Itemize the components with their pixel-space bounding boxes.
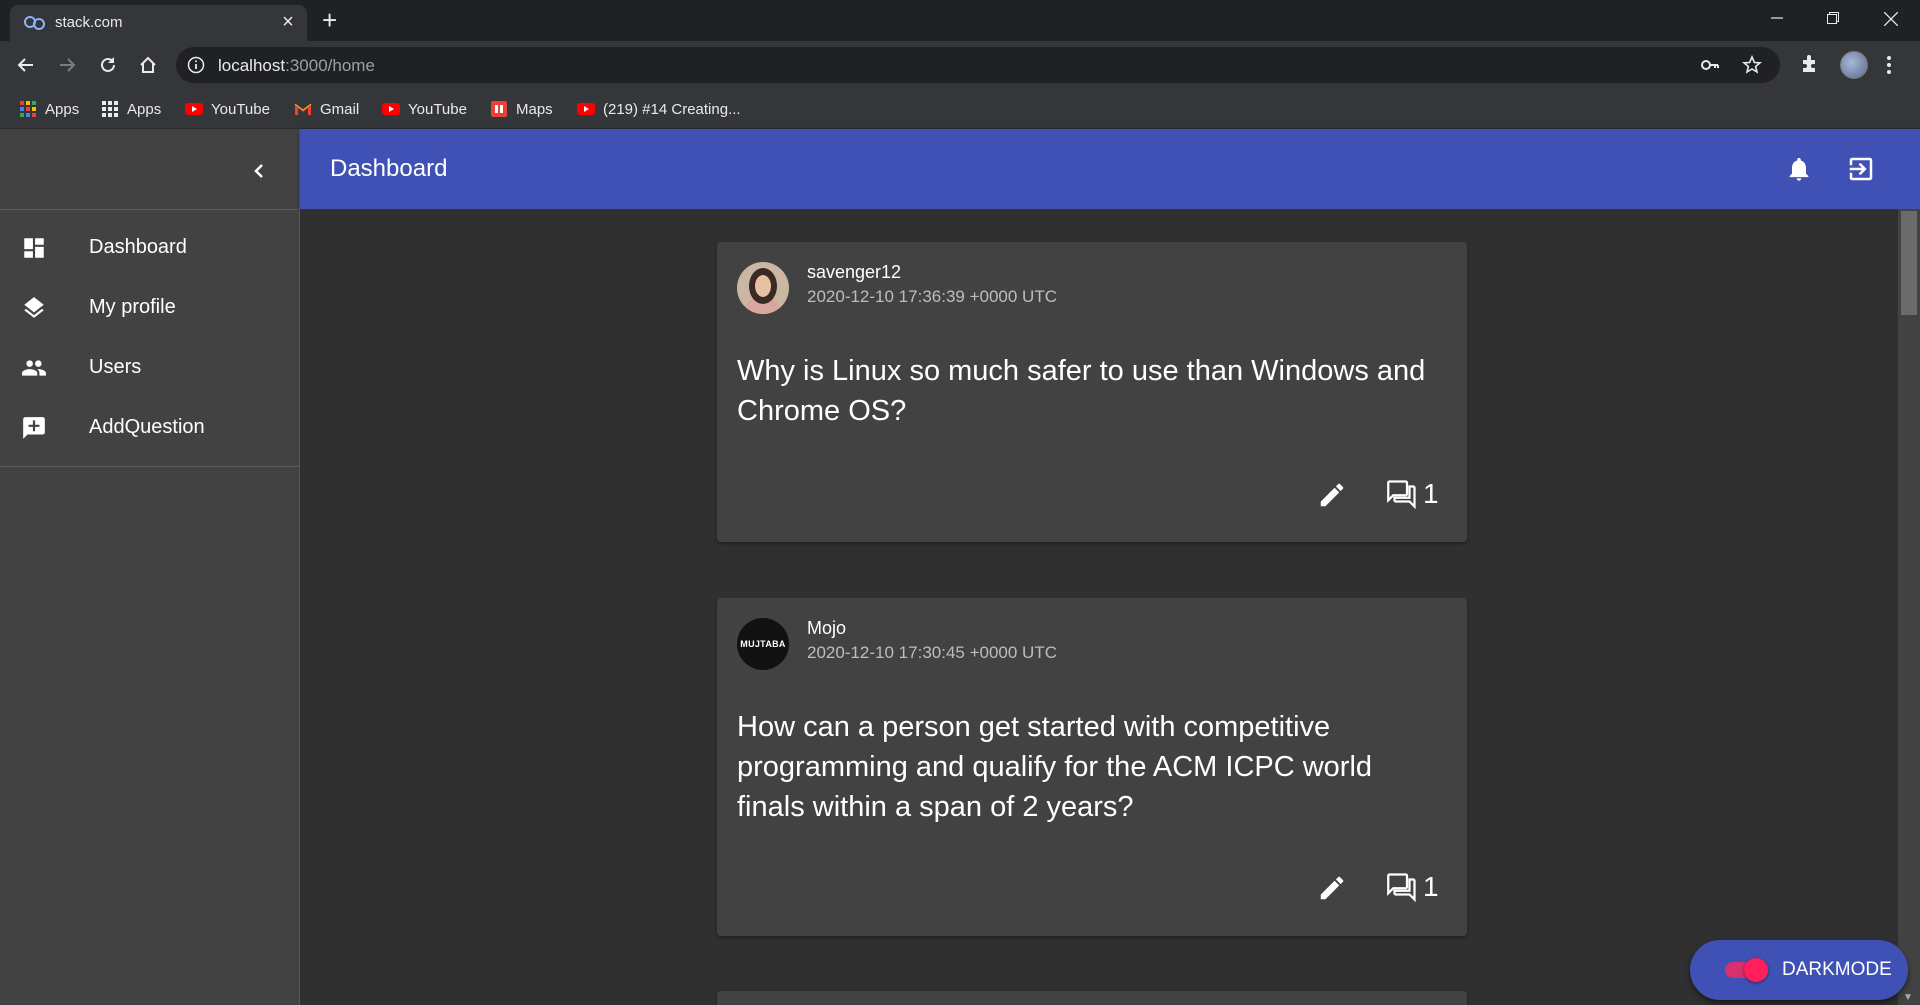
bookmark-item[interactable]: Maps	[490, 97, 553, 121]
post-author[interactable]: Mojo	[807, 618, 846, 639]
browser-tab[interactable]: stack.com ×	[10, 5, 307, 41]
profile-avatar[interactable]	[1840, 51, 1868, 79]
dashboard-icon	[24, 238, 44, 258]
scroll-down-arrow-icon[interactable]: ▼	[1903, 992, 1913, 1003]
browser-tabstrip: stack.com × +	[0, 0, 1920, 41]
bookmark-label: YouTube	[211, 100, 270, 118]
question-text[interactable]: Why is Linux so much safer to use than W…	[737, 351, 1437, 431]
avatar-text: MUJTABA	[740, 639, 786, 649]
toggle-knob[interactable]	[1744, 958, 1768, 982]
add-comment-icon	[23, 417, 45, 439]
bookmark-label: Apps	[127, 100, 162, 118]
post-timestamp: 2020-12-10 17:36:39 +0000 UTC	[807, 287, 1057, 306]
notifications-bell-icon[interactable]	[1785, 155, 1813, 183]
forum-icon	[1387, 873, 1416, 902]
bookmark-item[interactable]: YouTube	[382, 97, 467, 121]
bookmark-item[interactable]: YouTube	[185, 97, 270, 121]
bookmark-item[interactable]: Gmail	[294, 97, 359, 121]
more-menu-icon[interactable]	[1886, 54, 1892, 76]
bookmark-label: Maps	[516, 100, 553, 118]
youtube-icon	[382, 103, 400, 115]
page-title: Dashboard	[330, 155, 448, 182]
collapse-sidebar-button[interactable]	[244, 156, 274, 186]
sidebar-nav: Dashboard My profile Users AddQuestion	[0, 210, 299, 467]
avatar[interactable]: MUJTABA	[737, 618, 789, 670]
scrollbar-thumb[interactable]	[1901, 211, 1917, 315]
bookmark-item[interactable]: Apps	[19, 97, 79, 121]
bookmark-label: Gmail	[320, 100, 360, 118]
site-favicon-icon	[24, 16, 45, 30]
youtube-icon	[185, 103, 203, 115]
edit-pencil-icon[interactable]	[1317, 480, 1347, 510]
tab-close-icon[interactable]: ×	[277, 11, 299, 33]
question-card[interactable]: MUJTABA Mojo 2020-12-10 17:30:45 +0000 U…	[717, 598, 1467, 936]
sidebar-item-my-profile[interactable]: My profile	[0, 278, 299, 338]
sidebar-item-label: AddQuestion	[89, 416, 205, 438]
sidebar-item-addquestion[interactable]: AddQuestion	[0, 398, 299, 458]
sidebar: Dashboard My profile Users AddQuestion	[0, 129, 300, 1005]
back-icon[interactable]	[12, 51, 40, 79]
chevron-left-icon	[254, 164, 263, 178]
restore-icon[interactable]	[1813, 6, 1853, 32]
tab-title: stack.com	[55, 14, 123, 31]
people-icon	[22, 360, 46, 376]
scrollbar[interactable]: ▼	[1898, 209, 1920, 1005]
logout-icon[interactable]	[1846, 154, 1876, 184]
darkmode-label: DARKMODE	[1782, 959, 1892, 980]
edit-pencil-icon[interactable]	[1317, 873, 1347, 903]
post-timestamp: 2020-12-10 17:30:45 +0000 UTC	[807, 643, 1057, 662]
bookmark-label: Apps	[45, 100, 80, 118]
home-icon[interactable]	[134, 51, 162, 79]
bookmark-item[interactable]: Apps	[101, 97, 161, 121]
comment-count: 1	[1423, 871, 1439, 902]
browser-toolbar: localhost:3000/home	[0, 41, 1920, 89]
dashboard-feed: savenger12 2020-12-10 17:36:39 +0000 UTC…	[300, 209, 1898, 1005]
app-header: Dashboard	[300, 129, 1920, 209]
bookmarks-bar: Apps Apps YouTube Gmail YouTube Maps (21…	[0, 89, 1920, 129]
youtube-icon	[577, 103, 595, 115]
key-icon[interactable]	[1700, 55, 1720, 75]
site-info-icon[interactable]	[187, 56, 205, 74]
reload-icon[interactable]	[94, 51, 122, 79]
apps-grid-icon	[102, 101, 118, 117]
layers-icon	[24, 297, 44, 318]
darkmode-toggle-button[interactable]: DARKMODE	[1690, 940, 1908, 1000]
user-photo-icon	[737, 262, 789, 314]
sidebar-item-label: Users	[89, 356, 142, 378]
question-card[interactable]: savenger12 2020-12-10 17:36:39 +0000 UTC…	[717, 242, 1467, 542]
comments-button[interactable]: 1	[1387, 871, 1439, 903]
extensions-icon[interactable]	[1799, 52, 1821, 74]
post-author[interactable]: savenger12	[807, 262, 901, 283]
question-card[interactable]	[717, 991, 1467, 1005]
apps-grid-color-icon	[20, 101, 36, 117]
sidebar-item-users[interactable]: Users	[0, 338, 299, 398]
bookmark-label: (219) #14 Creating...	[603, 100, 741, 118]
sidebar-item-dashboard[interactable]: Dashboard	[0, 218, 299, 278]
avatar[interactable]	[737, 262, 789, 314]
comments-button[interactable]: 1	[1387, 478, 1439, 510]
gmail-icon	[294, 103, 312, 115]
comment-count: 1	[1423, 478, 1439, 509]
forward-icon[interactable]	[53, 51, 81, 79]
maps-icon	[491, 101, 507, 117]
close-window-icon[interactable]	[1871, 6, 1911, 32]
bookmark-item[interactable]: (219) #14 Creating...	[577, 97, 741, 121]
question-text[interactable]: How can a person get started with compet…	[737, 707, 1437, 827]
bookmark-star-icon[interactable]	[1742, 55, 1762, 75]
bookmark-label: YouTube	[408, 100, 467, 118]
sidebar-item-label: Dashboard	[89, 236, 187, 258]
forum-icon	[1387, 480, 1416, 509]
sidebar-header	[0, 129, 299, 210]
sidebar-item-label: My profile	[89, 296, 176, 318]
minimize-icon[interactable]	[1757, 6, 1797, 32]
new-tab-icon[interactable]: +	[322, 7, 337, 33]
address-bar[interactable]: localhost:3000/home	[176, 47, 1780, 83]
url-text[interactable]: localhost:3000/home	[218, 56, 375, 76]
